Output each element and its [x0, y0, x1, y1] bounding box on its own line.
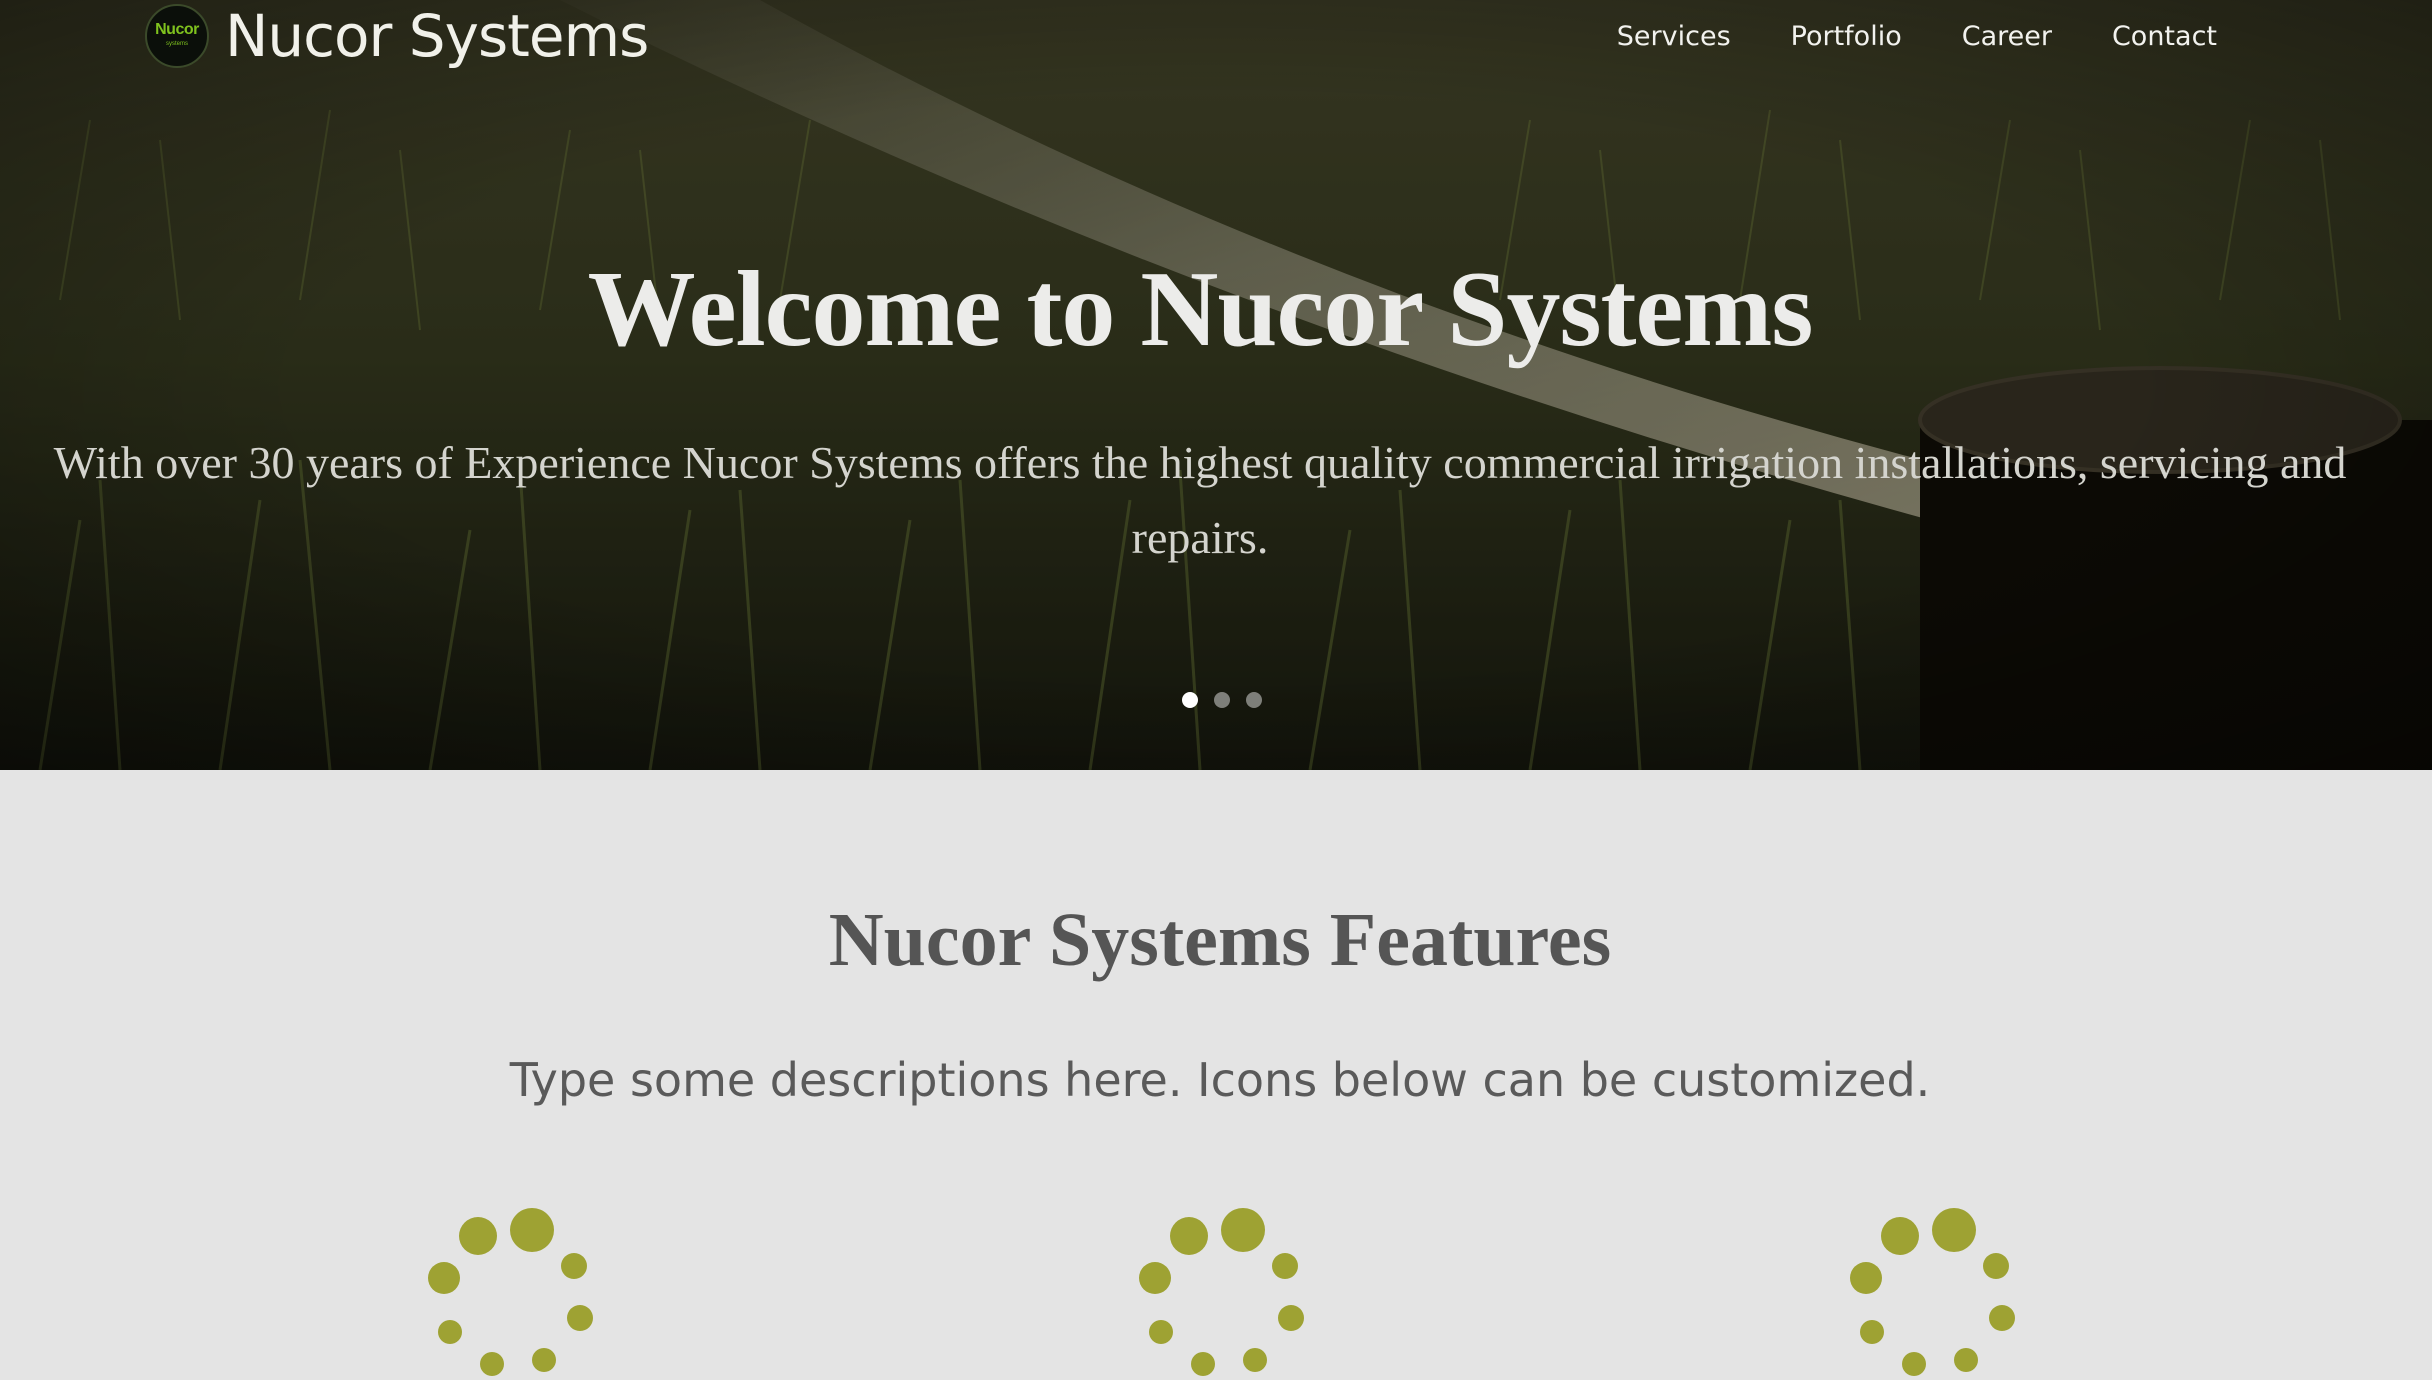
- logo-subtext: systems: [165, 41, 188, 47]
- carousel-indicator-3[interactable]: [1246, 692, 1262, 708]
- hero-title: Welcome to Nucor Systems: [587, 250, 1814, 369]
- carousel-indicator-2[interactable]: [1214, 692, 1230, 708]
- nav-link-services[interactable]: Services: [1617, 21, 1731, 52]
- brand-name: Nucor Systems: [225, 2, 649, 70]
- nav-link-portfolio[interactable]: Portfolio: [1791, 21, 1902, 52]
- nav-link-contact[interactable]: Contact: [2112, 21, 2217, 52]
- loading-spinner-icon: [428, 1208, 593, 1376]
- hero-subtitle-line-2: repairs.: [1131, 512, 1269, 563]
- nav-menu: Services Portfolio Career Contact: [1557, 0, 2217, 72]
- logo-text: Nucor: [155, 21, 199, 38]
- company-logo: Nucor systems: [145, 4, 209, 68]
- features-description: Type some descriptions here. Icons below…: [509, 1053, 1931, 1107]
- hero-background-image: [0, 0, 2432, 770]
- hero-subtitle: With over 30 years of Experience Nucor S…: [0, 425, 2432, 575]
- loading-spinner-icon: [1139, 1208, 1304, 1376]
- nav-link-career[interactable]: Career: [1962, 21, 2052, 52]
- hero-subtitle-line-1: With over 30 years of Experience Nucor S…: [53, 437, 2347, 488]
- carousel-indicators: [1182, 692, 1278, 708]
- top-navbar: Nucor systems Nucor Systems Services Por…: [0, 0, 2432, 72]
- loading-spinner-icon: [1850, 1208, 2015, 1376]
- features-heading: Nucor Systems Features: [828, 898, 1612, 982]
- brand-home-link[interactable]: Nucor systems Nucor Systems: [145, 0, 649, 72]
- carousel-indicator-1[interactable]: [1182, 692, 1198, 708]
- hero-carousel: Nucor systems Nucor Systems Services Por…: [0, 0, 2432, 770]
